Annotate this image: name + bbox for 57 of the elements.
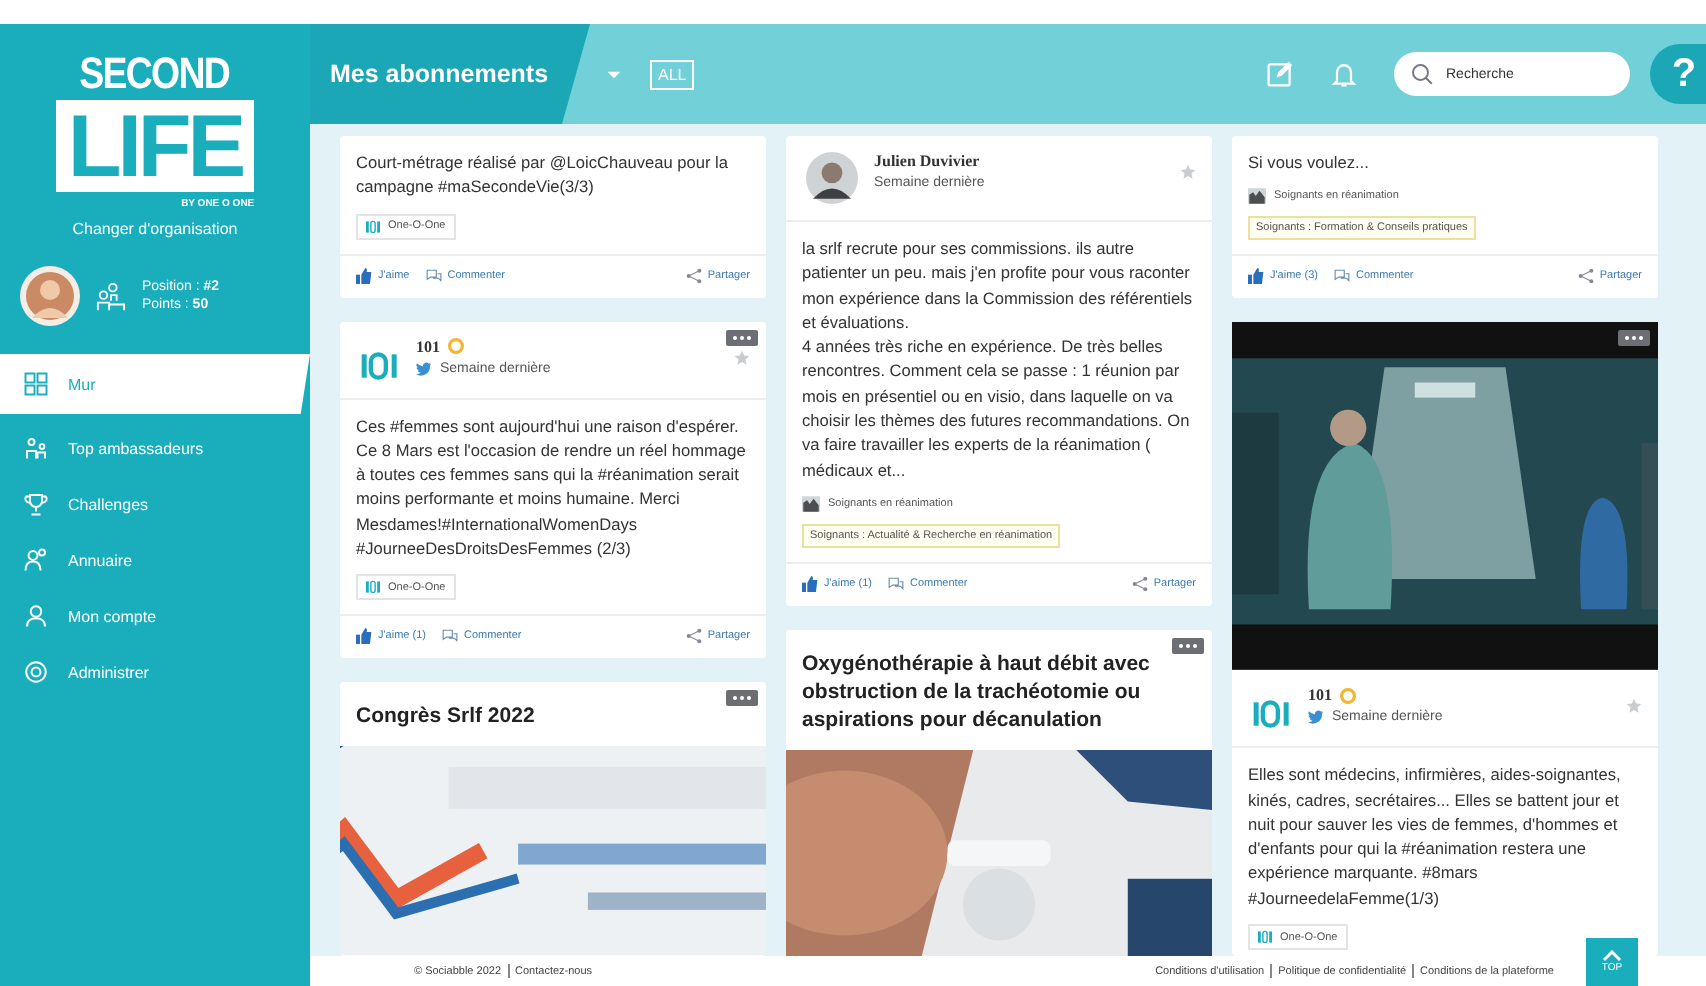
post-title[interactable]: Congrès Srlf 2022: [340, 682, 766, 747]
star-icon[interactable]: [1626, 698, 1642, 715]
share-icon: [685, 628, 702, 645]
nav-item[interactable]: Administrer: [0, 650, 310, 694]
star-icon[interactable]: [1180, 164, 1196, 180]
caret-icon[interactable]: [606, 69, 622, 79]
star-icon[interactable]: [734, 349, 750, 366]
bell-icon[interactable]: [1330, 60, 1358, 88]
comment-icon: [441, 628, 458, 645]
comment-icon: [887, 575, 904, 592]
logo-mark: LIFE: [55, 100, 255, 192]
post-text: Elles sont médecins, infirmières, aides-soignantes, kinés, cadres, secrétaires... Elles se battent jour et nuit pour sauver les vies de femmes, d'hommes et d'enfants pour qui la #réanimation restera une expérience marquante. #8mars #JourneedelaFemme(1/3): [1246, 762, 1623, 912]
avatar[interactable]: [806, 152, 858, 204]
channel-logo-icon: [1258, 930, 1272, 944]
share-icon: [1577, 268, 1594, 285]
more-icon[interactable]: [1618, 330, 1650, 347]
post-text: Si vous voulez...: [1246, 150, 1371, 176]
share-icon: [685, 267, 702, 284]
post-text: Ces #femmes sont aujourd'hui une raison d'espérer. Ce 8 Mars est l'occasion de rendre un réel hommage à toutes ces femmes sans qui la #réanimation serait moins performante et moins humaine. Merci Mesdames!#InternationalWomenDays #JourneeDesDroitsDesFemmes (2/3): [354, 413, 748, 563]
comment-icon: [425, 267, 442, 284]
group-photo-icon: [1248, 188, 1266, 205]
nav-item[interactable]: Annuaire: [0, 538, 310, 582]
gear-icon: [24, 660, 48, 684]
grid-icon: [24, 372, 48, 396]
thumbs-up-icon: [356, 267, 372, 284]
thumbs-up-icon: [802, 575, 818, 592]
channel-logo-icon: [366, 580, 380, 595]
people-icon: [96, 281, 126, 311]
share-icon: [1131, 575, 1148, 592]
nav-item[interactable]: Mur: [0, 354, 310, 414]
logo-text: SECOND: [80, 52, 230, 96]
people-icon: [24, 436, 48, 460]
comment-icon: [1333, 268, 1350, 285]
author-name[interactable]: 101: [1308, 686, 1332, 705]
nav-item[interactable]: Mon compte: [0, 594, 310, 638]
user-icon: [24, 604, 48, 628]
page-title: Mes abonnements: [330, 60, 549, 88]
author-name[interactable]: 101: [416, 337, 440, 356]
post-text: Court-métrage réalisé par @LoicChauveau pour la campagne #maSecondeVie(3/3): [354, 150, 730, 201]
org-logo-icon: [1252, 698, 1292, 731]
channel-logo-icon: [366, 219, 380, 234]
nav-item[interactable]: Top ambassadeurs: [0, 426, 310, 470]
change-organization-link[interactable]: Changer d'organisation: [72, 220, 238, 238]
nav-item[interactable]: Challenges: [0, 482, 310, 526]
caret-icon: [1602, 950, 1622, 962]
org-logo-icon: [360, 349, 400, 382]
help-button[interactable]: ?: [1650, 44, 1706, 104]
people-icon: [24, 548, 48, 572]
group-photo-icon: [802, 495, 820, 512]
post-text: la srlf recrute pour ses commissions. ils autre patienter un peu. mais j'en profite pour vous raconter mon expérience dans la Commission des référentiels et évaluations. 4 années très riche en expérience. De très belles rencontres. Comment cela se passe : 1 réunion par mois en présentiel ou en visio, dans laquelle on va choisir les thèmes des futures recommandations. On va faire travailler les experts de la réanimation ( médicaux et...: [800, 236, 1195, 484]
post-title[interactable]: Oxygénothérapie à haut débit avec obstruction de la trachéotomie ou aspirations pour décanulation: [786, 629, 1212, 750]
search-icon: [1410, 62, 1434, 86]
edit-icon[interactable]: [1266, 60, 1294, 88]
trophy-icon: [24, 492, 48, 516]
author-name[interactable]: Julien Duvivier: [874, 152, 980, 170]
thumbs-up-icon: [356, 628, 372, 645]
thumbs-up-icon: [1248, 268, 1264, 285]
